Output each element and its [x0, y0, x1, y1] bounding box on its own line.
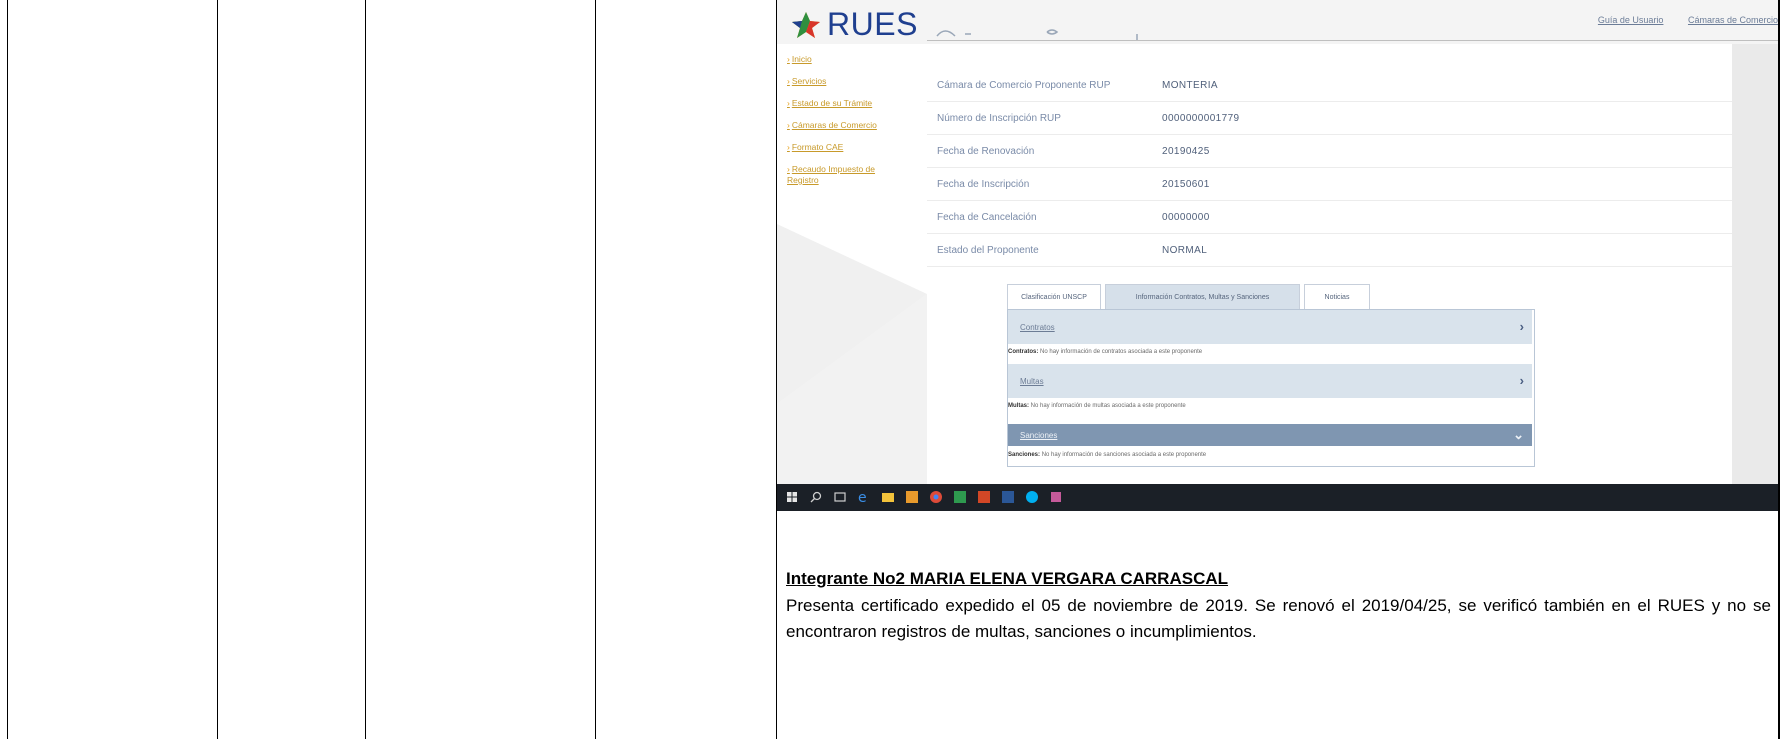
sidebar-item-recaudo[interactable]: › Recaudo Impuesto de Registro: [787, 164, 897, 186]
header-divider: [927, 40, 1778, 41]
svg-text:e: e: [858, 490, 867, 504]
info-label: Fecha de Inscripción: [937, 179, 1030, 190]
info-value: MONTERIA: [1162, 80, 1218, 91]
table-border-right: [1778, 0, 1780, 739]
member-description: Presenta certificado expedido el 05 de n…: [786, 596, 1771, 641]
section-multas-title: Multas: [1020, 377, 1044, 386]
rues-star-icon: [792, 11, 820, 38]
section-sanciones-note: Sanciones: No hay información de sancion…: [1008, 452, 1207, 458]
info-row: Fecha de Inscripción 20150601: [927, 167, 1732, 201]
tab-contratos-multas[interactable]: Información Contratos, Multas y Sancione…: [1105, 284, 1300, 310]
table-column-3: [366, 0, 596, 739]
rues-header: RUES Guía de Usuario Cámaras de Comercio: [777, 0, 1778, 44]
window-right-margin: [1732, 44, 1778, 494]
info-value: 20190425: [1162, 146, 1210, 157]
app-icon[interactable]: [905, 490, 919, 504]
skype-icon[interactable]: [1025, 490, 1039, 504]
chambers-link[interactable]: Cámaras de Comercio: [1688, 15, 1778, 25]
rues-logo-text: RUES: [827, 6, 918, 42]
info-value: NORMAL: [1162, 245, 1208, 256]
table-column-2: [218, 0, 366, 739]
rues-sidebar: › Inicio › Servicios › Estado de su Trámite…: [777, 44, 927, 404]
chevron-down-icon: ⌄: [1513, 427, 1524, 442]
info-row: Cámara de Comercio Proponente RUP MONTER…: [927, 68, 1732, 102]
sidebar-item-inicio[interactable]: › Inicio: [787, 54, 897, 64]
info-value: 20150601: [1162, 179, 1210, 190]
tab-clasificacion[interactable]: Clasificación UNSCP: [1007, 284, 1101, 310]
tab-noticias[interactable]: Noticias: [1304, 284, 1370, 310]
task-view-icon[interactable]: [833, 490, 847, 504]
search-icon[interactable]: [809, 490, 823, 504]
info-label: Fecha de Renovación: [937, 146, 1035, 157]
table-column-4: [596, 0, 777, 739]
sidebar-item-formato-cae[interactable]: › Formato CAE: [787, 142, 897, 152]
word-icon[interactable]: [1001, 490, 1015, 504]
info-row: Estado del Proponente NORMAL: [927, 233, 1732, 267]
section-multas-note: Multas: No hay información de multas aso…: [1008, 403, 1186, 409]
excel-icon[interactable]: [953, 490, 967, 504]
chevron-right-icon: ›: [1519, 373, 1524, 388]
info-label: Estado del Proponente: [937, 245, 1039, 256]
proponent-details: Cámara de Comercio Proponente RUP MONTER…: [927, 44, 1732, 494]
rues-logo[interactable]: RUES: [789, 6, 918, 43]
sidebar-nav: › Inicio › Servicios › Estado de su Trámite…: [787, 54, 897, 198]
sidebar-item-estado-tramite[interactable]: › Estado de su Trámite: [787, 98, 897, 108]
info-label: Cámara de Comercio Proponente RUP: [937, 80, 1111, 91]
info-value: 0000000001779: [1162, 113, 1240, 124]
info-row: Fecha de Cancelación 00000000: [927, 200, 1732, 234]
section-contratos-header[interactable]: Contratos ›: [1008, 310, 1532, 344]
member-heading: Integrante No2 MARIA ELENA VERGARA CARRA…: [786, 569, 1229, 588]
section-contratos-title: Contratos: [1020, 323, 1055, 332]
section-contratos-note: Contratos: No hay información de contrat…: [1008, 349, 1203, 355]
edge-browser-icon[interactable]: e: [857, 490, 871, 504]
file-explorer-icon[interactable]: [881, 490, 895, 504]
sidebar-item-camaras[interactable]: › Cámaras de Comercio: [787, 120, 897, 130]
windows-taskbar: e: [777, 484, 1778, 511]
table-column-1: [0, 0, 218, 739]
section-sanciones-header[interactable]: Sanciones ⌄: [1008, 424, 1532, 446]
windows-start-icon[interactable]: [785, 490, 799, 504]
info-label: Número de Inscripción RUP: [937, 113, 1061, 124]
powerpoint-icon[interactable]: [977, 490, 991, 504]
chevron-right-icon: ›: [1519, 319, 1524, 334]
rues-screenshot: RUES Guía de Usuario Cámaras de Comercio…: [777, 0, 1778, 511]
chrome-icon[interactable]: [929, 490, 943, 504]
info-row: Fecha de Renovación 20190425: [927, 134, 1732, 168]
section-sanciones-title: Sanciones: [1020, 431, 1058, 440]
info-row: Número de Inscripción RUP 0000000001779: [927, 101, 1732, 135]
sidebar-item-servicios[interactable]: › Servicios: [787, 76, 897, 86]
info-value: 00000000: [1162, 212, 1210, 223]
section-multas-header[interactable]: Multas ›: [1008, 364, 1532, 398]
app-icon[interactable]: [1049, 490, 1063, 504]
info-label: Fecha de Cancelación: [937, 212, 1037, 223]
